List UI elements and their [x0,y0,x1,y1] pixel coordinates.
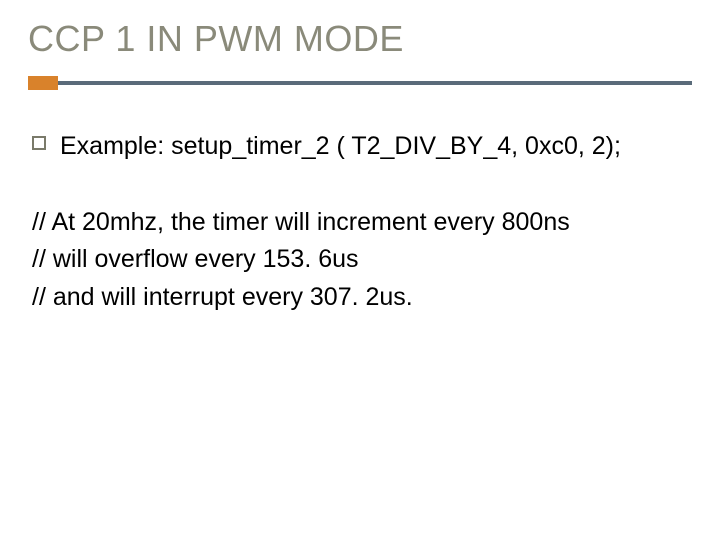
accent-box-icon [28,76,58,90]
horizontal-rule [58,81,692,85]
comment-line-2: // will overflow every 153. 6us [32,241,692,279]
code-comments: // At 20mhz, the timer will increment ev… [32,204,692,317]
comment-line-3: // and will interrupt every 307. 2us. [32,279,692,317]
bullet-item: Example: setup_timer_2 ( T2_DIV_BY_4, 0x… [32,130,692,164]
comment-line-1: // At 20mhz, the timer will increment ev… [32,204,692,242]
title-divider [28,76,692,90]
bullet-text: Example: setup_timer_2 ( T2_DIV_BY_4, 0x… [60,130,621,164]
slide-title: CCP 1 IN PWM MODE [28,18,692,60]
square-bullet-icon [32,136,46,150]
slide: CCP 1 IN PWM MODE Example: setup_timer_2… [0,0,720,540]
slide-content: Example: setup_timer_2 ( T2_DIV_BY_4, 0x… [28,130,692,316]
